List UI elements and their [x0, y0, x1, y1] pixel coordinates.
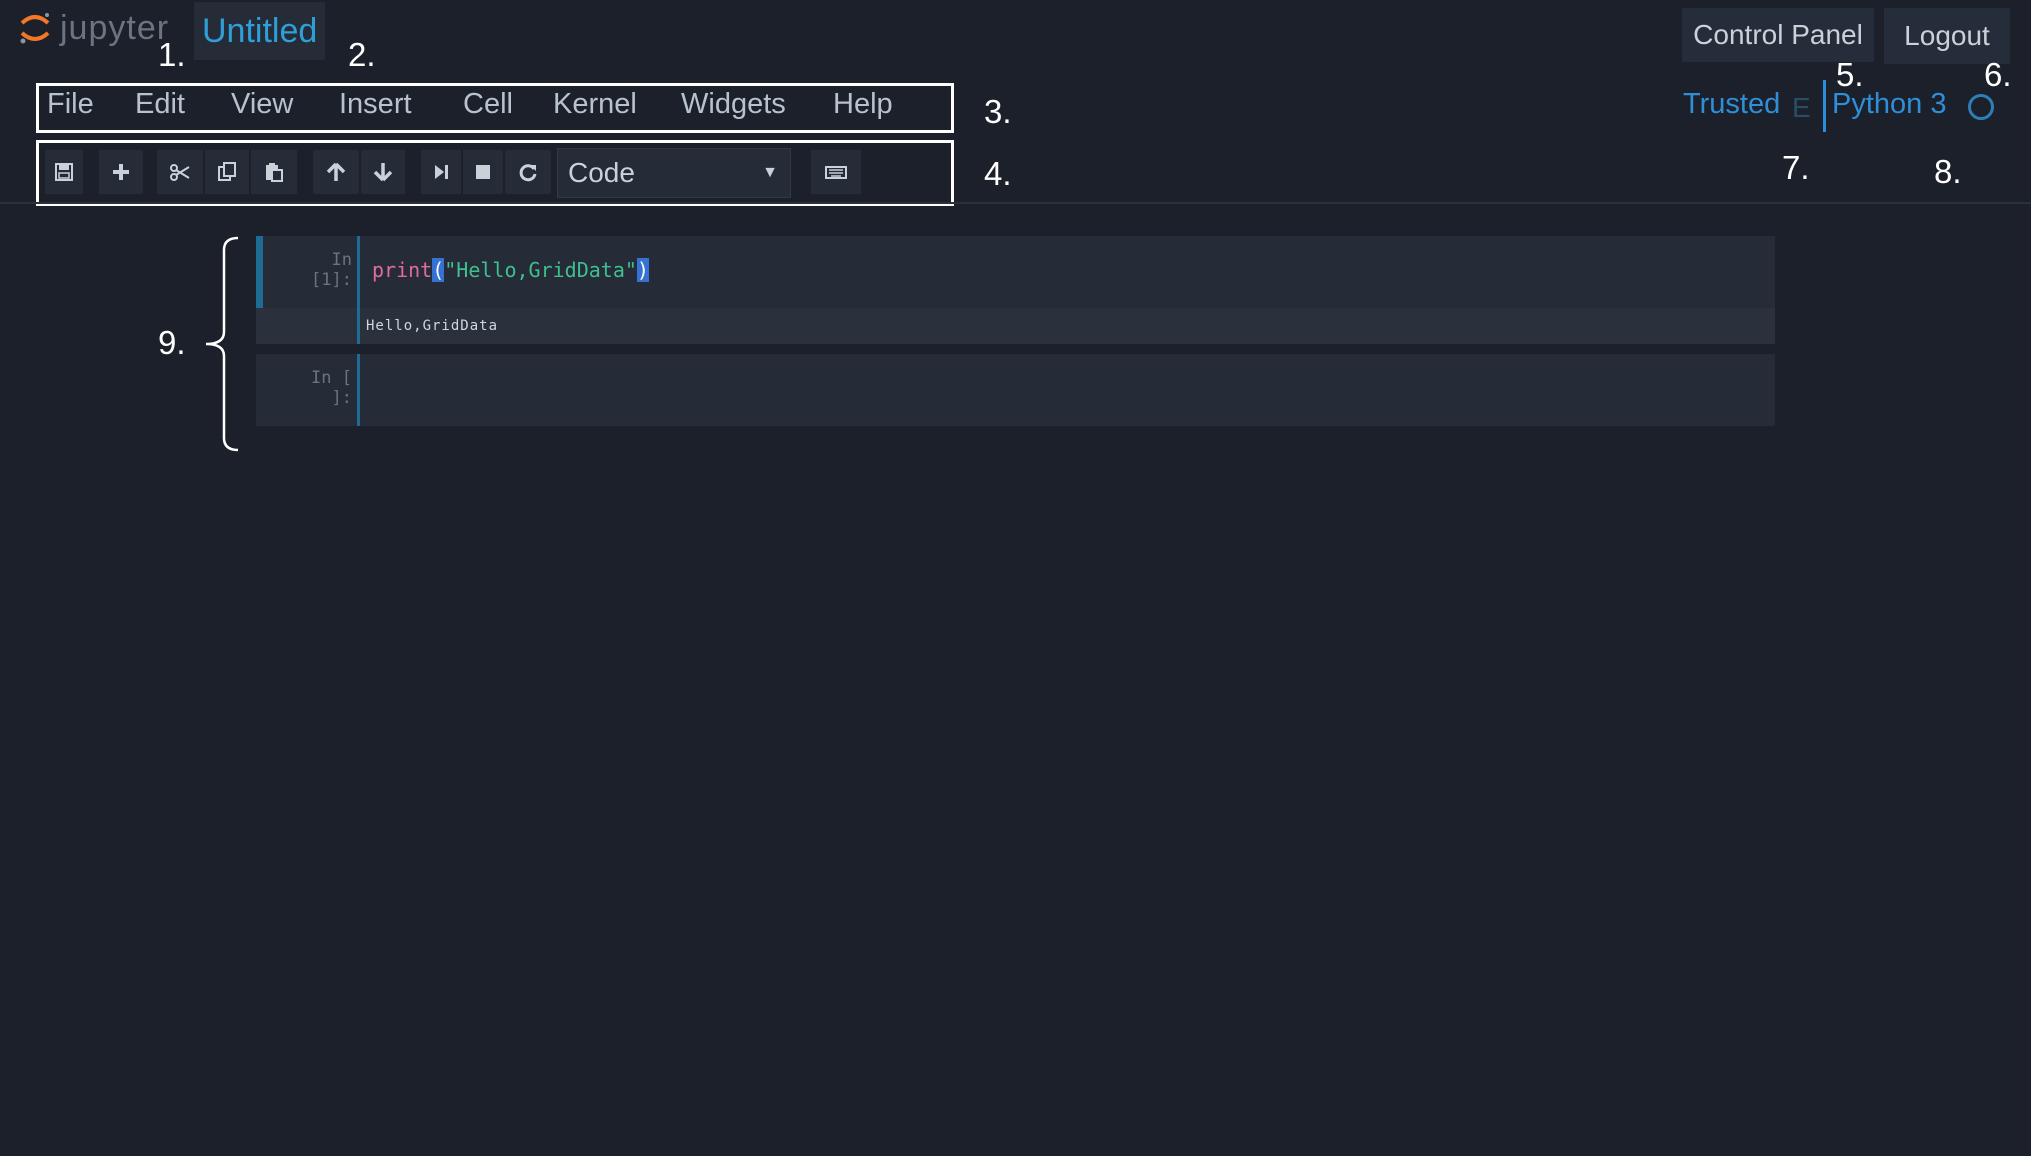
code-paren-close: ) [636, 258, 649, 282]
code-cell-empty[interactable]: In [ ]: [256, 354, 1775, 426]
stop-icon [476, 165, 490, 179]
annotation-3: 3. [984, 93, 1012, 130]
input-prompt: In [ ]: [311, 368, 352, 408]
output-area: Hello,GridData [256, 308, 1775, 344]
paste-icon [266, 163, 283, 182]
restart-icon [519, 164, 537, 182]
menu-help[interactable]: Help [833, 88, 893, 121]
menu-file[interactable]: File [47, 88, 94, 121]
save-button[interactable] [45, 150, 83, 194]
insert-cell-button[interactable] [99, 150, 143, 194]
cell-type-select[interactable]: Code ▼ [557, 148, 791, 198]
cut-button[interactable] [157, 150, 203, 194]
menu-widgets[interactable]: Widgets [681, 88, 786, 121]
header-divider [0, 202, 2031, 204]
menu-insert[interactable]: Insert [339, 88, 412, 121]
copy-button[interactable] [205, 150, 249, 194]
edit-mode-indicator: E [1792, 92, 1811, 123]
annotation-7: 7. [1782, 149, 1810, 186]
annotation-8: 8. [1934, 153, 1962, 190]
annotation-1: 1. [158, 36, 186, 73]
trusted-indicator[interactable]: Trusted [1683, 88, 1780, 121]
toolbar: Code ▼ [36, 140, 954, 206]
code-string: "Hello,GridData" [444, 258, 637, 282]
keyboard-icon [825, 166, 847, 179]
arrow-down-icon [373, 163, 393, 182]
code-function: print [372, 258, 433, 282]
save-icon [55, 163, 73, 181]
input-prompt: In [1]: [311, 250, 352, 290]
output-separator [357, 308, 360, 344]
jupyter-logo[interactable]: jupyter [18, 4, 169, 52]
interrupt-button[interactable] [463, 150, 503, 194]
plus-icon [113, 164, 129, 180]
menubar: File Edit View Insert Cell Kernel Widget… [36, 83, 954, 133]
move-up-button[interactable] [313, 150, 359, 194]
move-down-button[interactable] [361, 150, 405, 194]
annotation-2: 2. [348, 36, 376, 73]
cut-icon [170, 164, 190, 181]
output-text: Hello,GridData [366, 318, 499, 334]
kernel-divider [1823, 80, 1826, 132]
menu-view[interactable]: View [231, 88, 293, 121]
annotation-4: 4. [984, 155, 1012, 192]
code-editor[interactable]: print("Hello,GridData") [372, 258, 649, 282]
run-step-icon [435, 165, 448, 179]
code-paren-open: ( [432, 258, 445, 282]
cell-type-value: Code [568, 157, 635, 188]
command-palette-button[interactable] [811, 150, 861, 194]
control-panel-button[interactable]: Control Panel [1682, 8, 1874, 62]
notebook-title[interactable]: Untitled [194, 2, 326, 60]
arrow-up-icon [326, 162, 346, 181]
restart-button[interactable] [505, 150, 551, 194]
paste-button[interactable] [251, 150, 297, 194]
logo-text: jupyter [60, 8, 170, 47]
kernel-status-icon [1968, 94, 1994, 120]
input-separator [357, 354, 360, 426]
run-button[interactable] [421, 150, 461, 194]
annotation-9: 9. [158, 324, 186, 361]
brace-icon [205, 236, 239, 452]
menu-edit[interactable]: Edit [135, 88, 185, 121]
jupyter-logo-icon [18, 11, 52, 45]
copy-icon [218, 162, 236, 181]
chevron-down-icon: ▼ [762, 164, 778, 181]
menu-cell[interactable]: Cell [463, 88, 513, 121]
code-cell[interactable]: In [1]: print("Hello,GridData") Hello,Gr… [256, 236, 1775, 344]
annotation-6: 6. [1984, 56, 2012, 93]
menu-kernel[interactable]: Kernel [553, 88, 637, 121]
kernel-name[interactable]: Python 3 [1832, 88, 1946, 121]
